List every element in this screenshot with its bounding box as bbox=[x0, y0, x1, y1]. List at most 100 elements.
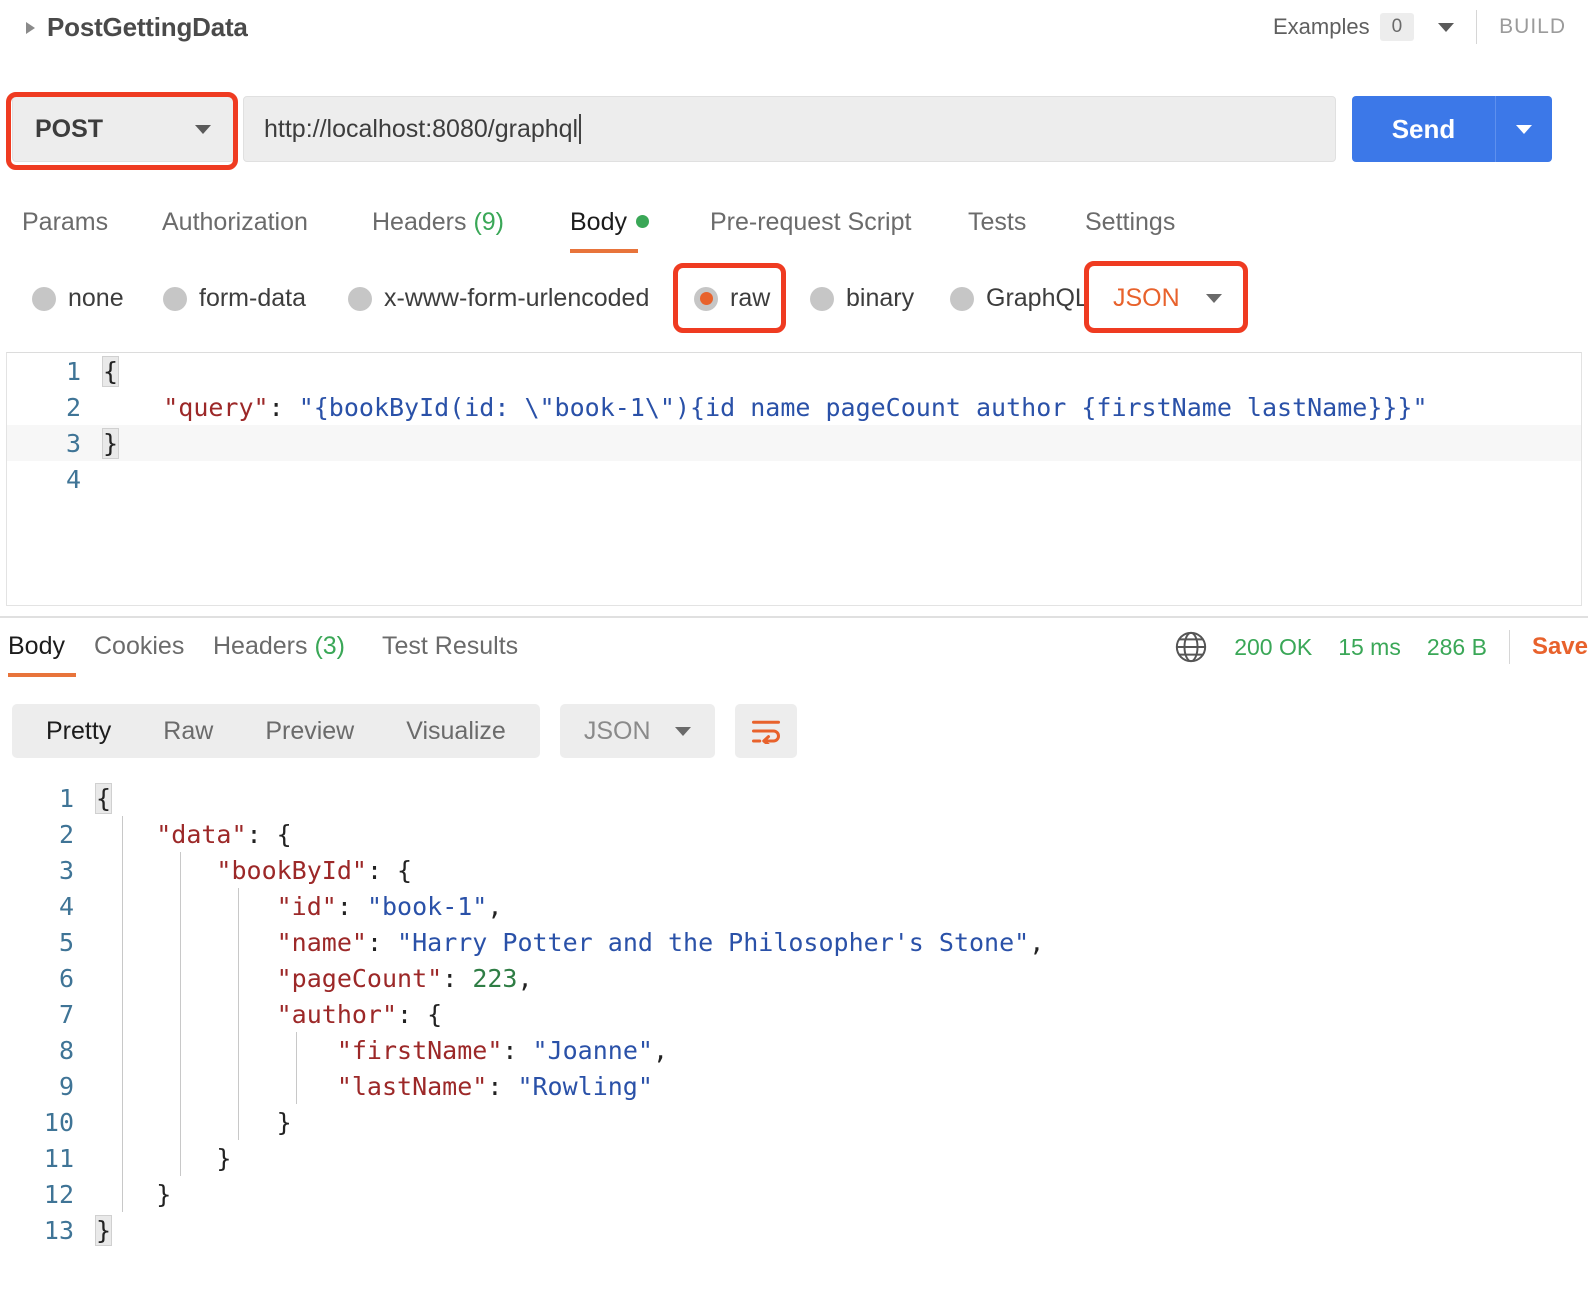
wrap-lines-icon bbox=[751, 720, 780, 744]
json-value: { bbox=[397, 855, 413, 885]
globe-icon bbox=[1176, 631, 1207, 663]
tab-label: Test Results bbox=[382, 632, 519, 660]
code-text: "data": { bbox=[96, 819, 292, 849]
line-number: 13 bbox=[43, 1215, 74, 1245]
json-key: "name" bbox=[276, 927, 367, 957]
code-text: } bbox=[96, 1108, 292, 1137]
tab-label: Authorization bbox=[162, 208, 308, 236]
response-line: 3 "bookById": { bbox=[0, 852, 1588, 888]
view-mode-group: Pretty Raw Preview Visualize bbox=[12, 704, 540, 758]
url-value: http://localhost:8080/graphql bbox=[264, 114, 579, 143]
json-value: } bbox=[94, 1214, 113, 1246]
line-number: 3 bbox=[65, 428, 81, 458]
header-right-group: Examples 0 BUILD bbox=[1273, 10, 1588, 44]
json-punctuation: , bbox=[652, 1035, 668, 1065]
line-number: 1 bbox=[65, 356, 81, 386]
tab-label: Headers bbox=[213, 632, 308, 660]
view-mode-pretty[interactable]: Pretty bbox=[20, 717, 137, 746]
response-format-label: JSON bbox=[583, 716, 651, 745]
json-colon: : bbox=[366, 855, 398, 885]
examples-chevron-down-icon[interactable] bbox=[1438, 22, 1455, 32]
send-button[interactable]: Send bbox=[1352, 96, 1552, 162]
request-body-editor[interactable]: 1 { 2 "query": "{bookById(id: \"book-1\"… bbox=[6, 352, 1582, 606]
request-tab-authorization[interactable]: Authorization bbox=[162, 202, 308, 253]
radio-icon bbox=[950, 286, 974, 311]
view-mode-preview[interactable]: Preview bbox=[239, 717, 380, 746]
line-number: 2 bbox=[65, 392, 81, 422]
chevron-down-icon bbox=[1516, 124, 1532, 134]
response-tab-headers[interactable]: Headers (3) bbox=[213, 626, 345, 677]
url-input[interactable]: http://localhost:8080/graphql bbox=[243, 96, 1336, 162]
line-number: 12 bbox=[43, 1179, 74, 1209]
body-type-radio-form-data[interactable]: form-data bbox=[163, 284, 306, 313]
active-tab-underline bbox=[570, 249, 638, 253]
json-key: "data" bbox=[156, 819, 247, 849]
chevron-down-icon[interactable] bbox=[674, 726, 691, 736]
json-value: } bbox=[156, 1179, 172, 1209]
view-mode-visualize[interactable]: Visualize bbox=[380, 717, 532, 746]
view-mode-raw[interactable]: Raw bbox=[137, 717, 239, 746]
response-tab-cookies[interactable]: Cookies bbox=[94, 626, 184, 677]
status-code: 200 OK bbox=[1234, 633, 1313, 660]
request-tab-params[interactable]: Params bbox=[22, 202, 108, 253]
save-response-button[interactable]: Save bbox=[1532, 633, 1588, 661]
radio-icon bbox=[694, 286, 718, 311]
line-number: 11 bbox=[43, 1143, 74, 1173]
request-title-group[interactable]: PostGettingData bbox=[26, 12, 248, 43]
body-type-radio-x-www-form-urlencoded[interactable]: x-www-form-urlencoded bbox=[348, 284, 649, 313]
chevron-down-icon[interactable] bbox=[1205, 294, 1222, 303]
code-text: } bbox=[94, 1214, 113, 1246]
json-key: "query" bbox=[163, 392, 269, 422]
postman-request-window: PostGettingData Examples 0 BUILD POST ht… bbox=[0, 0, 1588, 1296]
tab-label: Body bbox=[8, 632, 65, 660]
request-tab-tests[interactable]: Tests bbox=[968, 202, 1026, 253]
json-value: { bbox=[276, 819, 292, 849]
build-button[interactable]: BUILD bbox=[1499, 15, 1588, 39]
raw-format-selector[interactable]: JSON bbox=[1113, 284, 1222, 313]
response-line: 2 "data": { bbox=[0, 816, 1588, 852]
request-tab-pre-request-script[interactable]: Pre-request Script bbox=[710, 202, 911, 253]
json-value: } bbox=[276, 1107, 292, 1137]
examples-count-badge: 0 bbox=[1379, 13, 1415, 41]
response-tab-test-results[interactable]: Test Results bbox=[382, 626, 518, 677]
json-value: 223 bbox=[472, 963, 518, 993]
body-type-radio-graphql[interactable]: GraphQL bbox=[950, 284, 1089, 313]
send-label: Send bbox=[1391, 113, 1456, 144]
body-type-radio-none[interactable]: none bbox=[32, 284, 124, 313]
code-text: { bbox=[101, 355, 120, 387]
json-punctuation: , bbox=[487, 891, 503, 921]
request-tab-headers[interactable]: Headers (9) bbox=[372, 202, 504, 253]
request-tab-body[interactable]: Body bbox=[570, 202, 649, 253]
response-tab-body[interactable]: Body bbox=[8, 626, 76, 677]
code-text: "id": "book-1", bbox=[96, 891, 503, 921]
json-key: "lastName" bbox=[336, 1071, 488, 1101]
request-tab-settings[interactable]: Settings bbox=[1085, 202, 1175, 253]
json-colon: : bbox=[442, 963, 473, 993]
response-size: 286 B bbox=[1426, 633, 1487, 660]
json-value: "Rowling" bbox=[517, 1071, 653, 1101]
editor-line: 3 } bbox=[7, 425, 1581, 461]
body-type-radio-raw[interactable]: raw bbox=[694, 284, 770, 313]
json-colon: : bbox=[502, 1035, 533, 1065]
wrap-lines-button[interactable] bbox=[734, 704, 797, 758]
line-number: 10 bbox=[43, 1107, 74, 1137]
json-colon: : bbox=[366, 927, 398, 957]
json-value: { bbox=[427, 999, 443, 1029]
response-body-viewer[interactable]: 1{2 "data": {3 "bookById": {4 "id": "boo… bbox=[0, 780, 1588, 1280]
response-time: 15 ms bbox=[1338, 633, 1401, 660]
radio-icon bbox=[163, 286, 187, 311]
response-viewer-toolbar: Pretty Raw Preview Visualize JSON bbox=[12, 704, 797, 758]
tab-label: Headers bbox=[372, 208, 467, 236]
request-header: PostGettingData Examples 0 BUILD bbox=[0, 0, 1588, 62]
body-type-radio-binary[interactable]: binary bbox=[810, 284, 914, 313]
code-text: { bbox=[94, 782, 113, 814]
send-options-button[interactable] bbox=[1496, 124, 1552, 134]
method-selector[interactable]: POST bbox=[12, 96, 234, 162]
line-number: 7 bbox=[58, 999, 74, 1029]
json-colon: : bbox=[246, 819, 277, 849]
caret-right-icon[interactable] bbox=[26, 21, 35, 34]
response-format-selector[interactable]: JSON bbox=[559, 704, 715, 758]
url-bar: POST http://localhost:8080/graphql Send bbox=[0, 92, 1588, 170]
method-chevron-down-icon[interactable] bbox=[195, 124, 211, 134]
json-colon: : bbox=[397, 999, 428, 1029]
